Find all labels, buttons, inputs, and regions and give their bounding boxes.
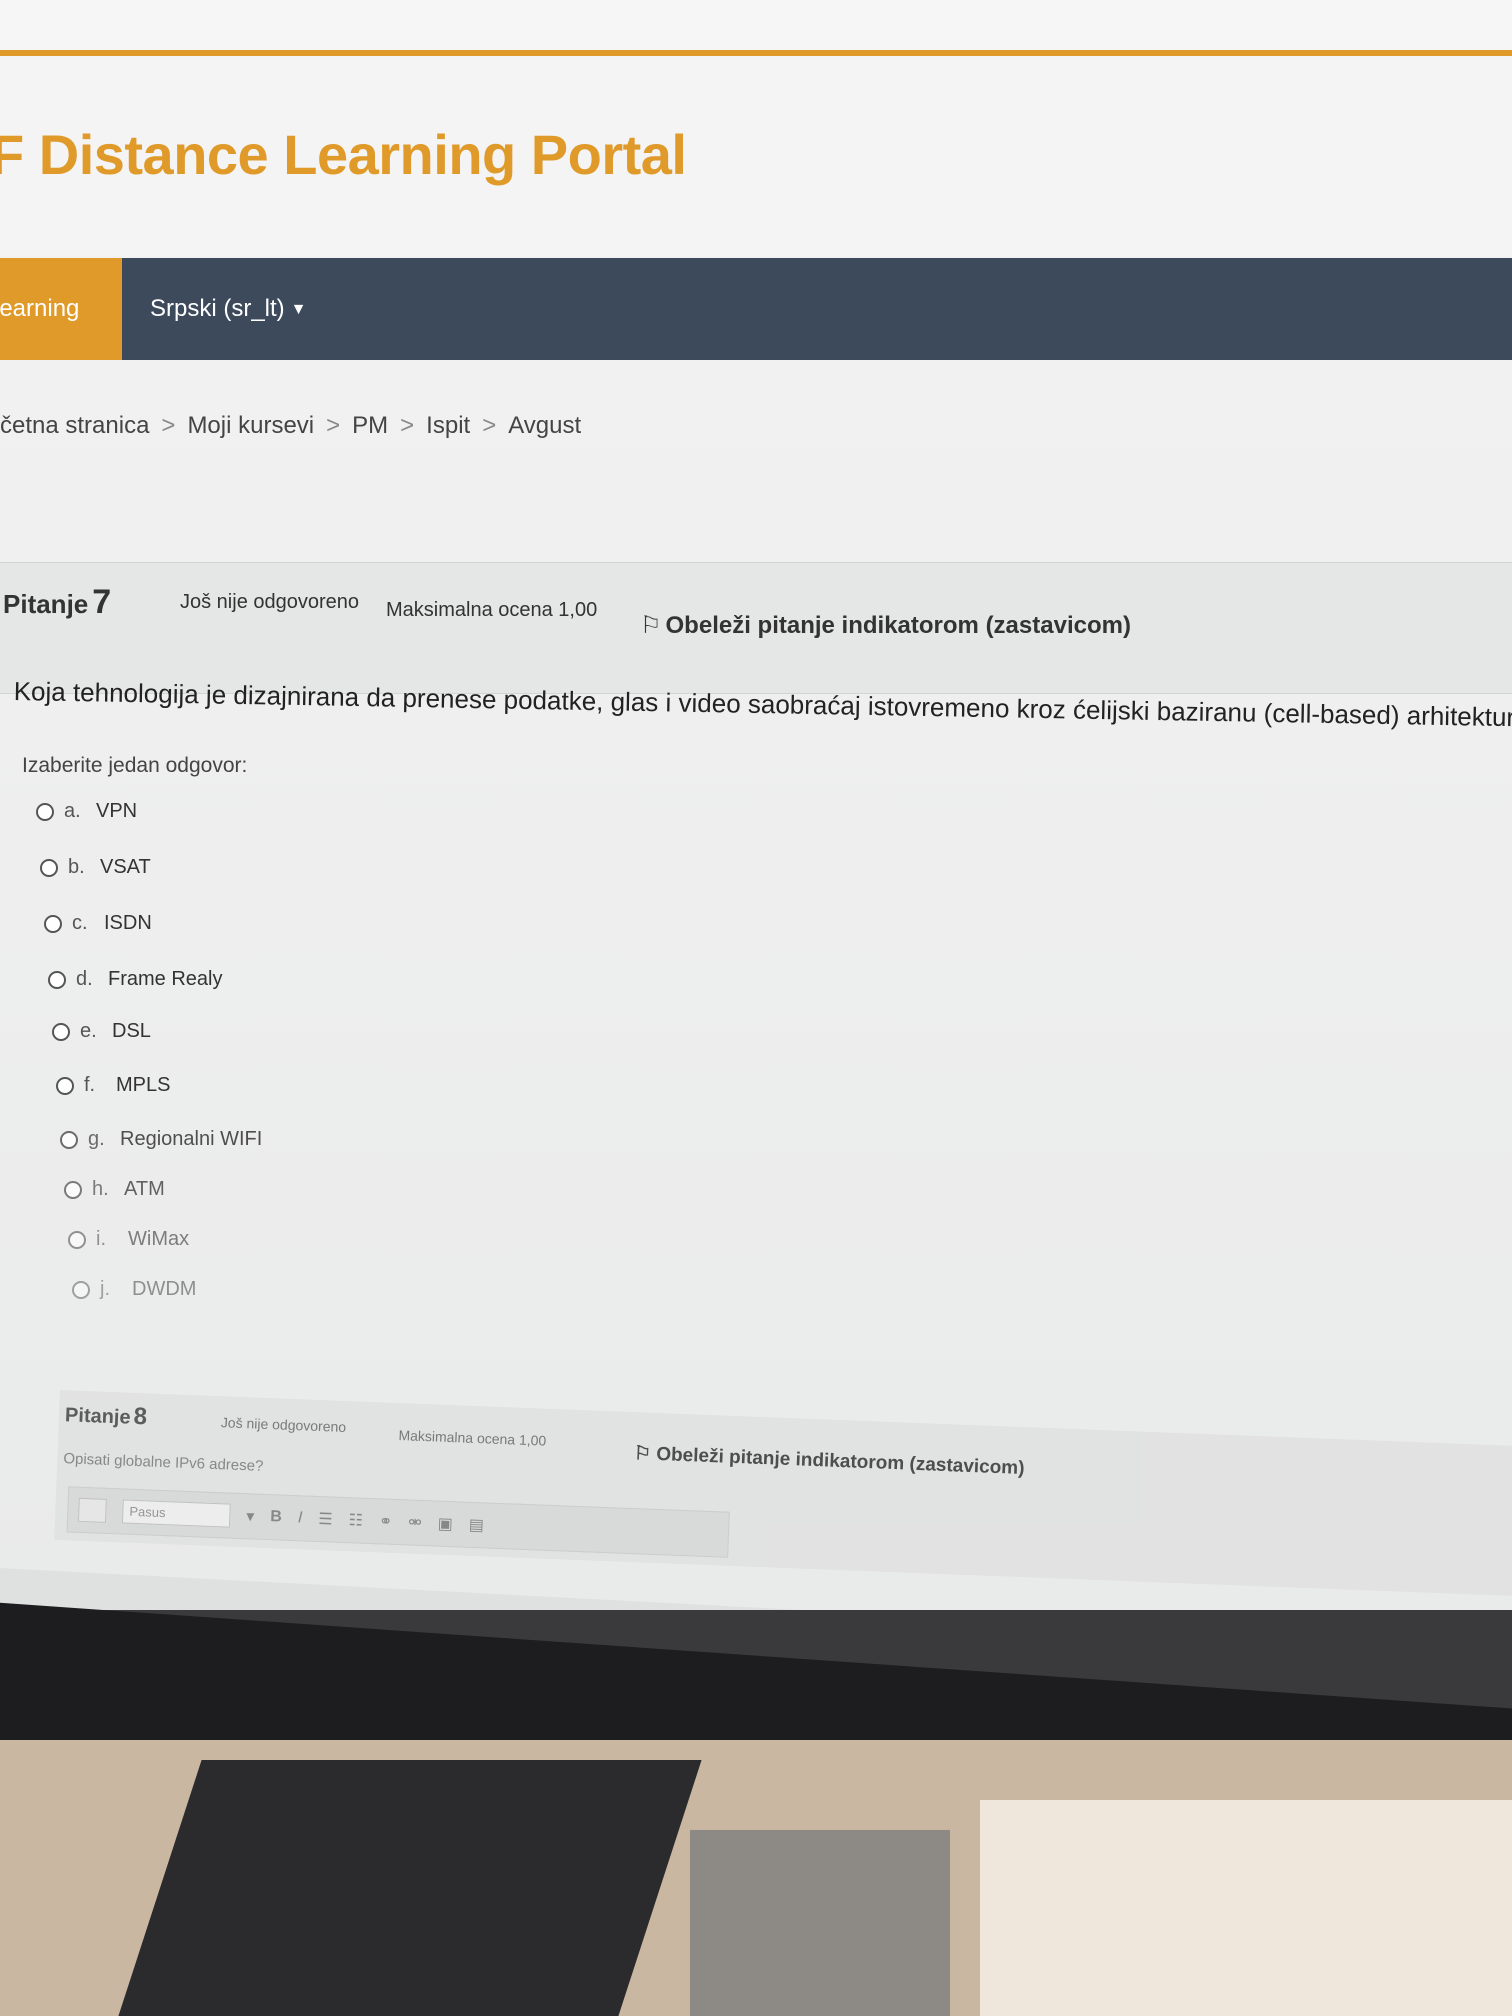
bold-button[interactable]: B [270,1508,282,1526]
answer-option-d[interactable]: d. Frame Realy [48,968,222,991]
answer-letter: i. [96,1228,106,1250]
radio-button[interactable] [36,802,54,821]
radio-button[interactable] [60,1130,78,1149]
answer-text: DSL [112,1020,151,1042]
link-icon[interactable]: ⚭ [379,1511,393,1531]
answer-option-b[interactable]: b. VSAT [40,856,151,879]
monitor-stand [690,1830,950,2016]
radio-button[interactable] [44,914,62,933]
answer-letter: a. [64,800,81,822]
question-number: Pitanje 7 [3,583,111,622]
question-label: Pitanje [64,1404,131,1429]
breadcrumb-item-august[interactable]: Avgust [508,412,581,439]
answer-letter: f. [84,1074,96,1096]
answer-option-f[interactable]: f. MPLS [56,1074,170,1097]
answer-option-h[interactable]: h. ATM [64,1178,165,1201]
radio-button[interactable] [72,1280,90,1299]
image-icon[interactable]: ▣ [437,1514,453,1535]
flag-icon: ⚐ [633,1443,657,1465]
desk-shadow [118,1760,702,2016]
answer-option-j[interactable]: j. DWDM [72,1278,196,1301]
chevron-right-icon: > [161,412,176,439]
flag-question-button[interactable]: ⚐ Obeleži pitanje indikatorom (zastavicom… [640,611,1131,640]
question-state: Još nije odgovoreno [220,1414,347,1436]
radio-button[interactable] [68,1230,86,1249]
question-label: Pitanje [3,589,89,619]
nav-home-link[interactable]: learning [0,258,122,360]
answer-text: Regionalni WIFI [120,1128,263,1150]
radio-button[interactable] [48,970,66,989]
toolbar-toggle-button[interactable] [77,1497,107,1523]
answer-letter: j. [100,1278,110,1300]
breadcrumb: četna stranica > Moji kursevi > PM > Ispit > Avg… [0,412,581,440]
answer-text: WiMax [128,1228,190,1250]
answer-option-c[interactable]: c. ISDN [44,912,152,935]
caret-down-icon: ▼ [290,300,307,318]
desk-light-area [980,1800,1512,2016]
question-7-info: Pitanje 7 Još nije odgovoreno Maksimalna … [0,562,1512,694]
bullet-list-icon[interactable]: ☰ [318,1509,333,1530]
answer-letter: h. [92,1178,109,1200]
question-number-value: 7 [92,583,112,621]
question-grade: Maksimalna ocena 1,00 [398,1427,547,1449]
chevron-right-icon: > [326,412,341,439]
breadcrumb-item-exam[interactable]: Ispit [426,412,470,439]
question-grade: Maksimalna ocena 1,00 [386,599,598,621]
answer-prompt: Izaberite jedan odgovor: [22,754,248,777]
answer-text: ISDN [104,912,152,934]
language-label: Srpski (sr_lt) [150,295,285,322]
breadcrumb-item-courses[interactable]: Moji kursevi [187,412,314,439]
portal-title[interactable]: F Distance Learning Portal [0,122,687,187]
answer-option-g[interactable]: g. Regionalni WIFI [60,1128,262,1151]
answer-text: ATM [124,1178,165,1200]
numbered-list-icon[interactable]: ☷ [348,1510,363,1531]
dropdown-arrow-icon: ▾ [245,1508,255,1526]
italic-button[interactable]: I [298,1509,303,1527]
monitor-screen: F Distance Learning Portal learning Srps… [0,0,1512,1610]
question-8-info: Pitanje8 Još nije odgovoreno Maksimalna … [54,1390,1512,1597]
chevron-right-icon: > [400,412,415,439]
answer-letter: d. [76,968,93,990]
answer-text: VPN [96,800,138,822]
flag-icon: ⚐ [640,612,662,639]
radio-button[interactable] [64,1180,82,1199]
answer-letter: c. [72,912,88,934]
answer-letter: g. [88,1128,105,1150]
breadcrumb-item-home[interactable]: četna stranica [0,412,149,439]
editor-toolbar: Pasus ▾ B I ☰ ☷ ⚭ ⚮ ▣ ▤ [66,1486,730,1558]
radio-button[interactable] [40,858,58,877]
breadcrumb-item-pm[interactable]: PM [352,412,388,439]
unlink-icon[interactable]: ⚮ [408,1512,422,1532]
paragraph-format-select[interactable]: Pasus [121,1499,231,1528]
chevron-right-icon: > [482,412,497,439]
navbar: learning Srpski (sr_lt) ▼ [0,258,1512,360]
answer-option-e[interactable]: e. DSL [52,1020,151,1043]
answer-text: DWDM [132,1278,197,1300]
radio-button[interactable] [52,1022,70,1041]
question-number: Pitanje8 [65,1400,148,1431]
media-icon[interactable]: ▤ [468,1515,484,1536]
flag-label: Obeleži pitanje indikatorom (zastavicom) [655,1443,1025,1480]
question-number-value: 8 [133,1402,148,1431]
radio-button[interactable] [56,1076,74,1095]
answer-option-a[interactable]: a. VPN [36,800,137,823]
language-menu[interactable]: Srpski (sr_lt) ▼ [150,258,307,360]
top-accent-line [0,0,1512,56]
answer-letter: e. [80,1020,97,1042]
answer-letter: b. [68,856,85,878]
answer-text: MPLS [116,1074,171,1096]
question-state: Još nije odgovoreno [180,591,360,613]
answer-option-i[interactable]: i. WiMax [68,1228,189,1251]
flag-question-button[interactable]: ⚐ Obeleži pitanje indikatorom (zastavico… [634,1442,1025,1480]
question-text: Opisati globalne IPv6 adrese? [63,1450,264,1475]
answer-text: Frame Realy [108,968,223,990]
answer-text: VSAT [100,856,151,878]
flag-label: Obeleži pitanje indikatorom (zastavicom) [665,612,1131,639]
